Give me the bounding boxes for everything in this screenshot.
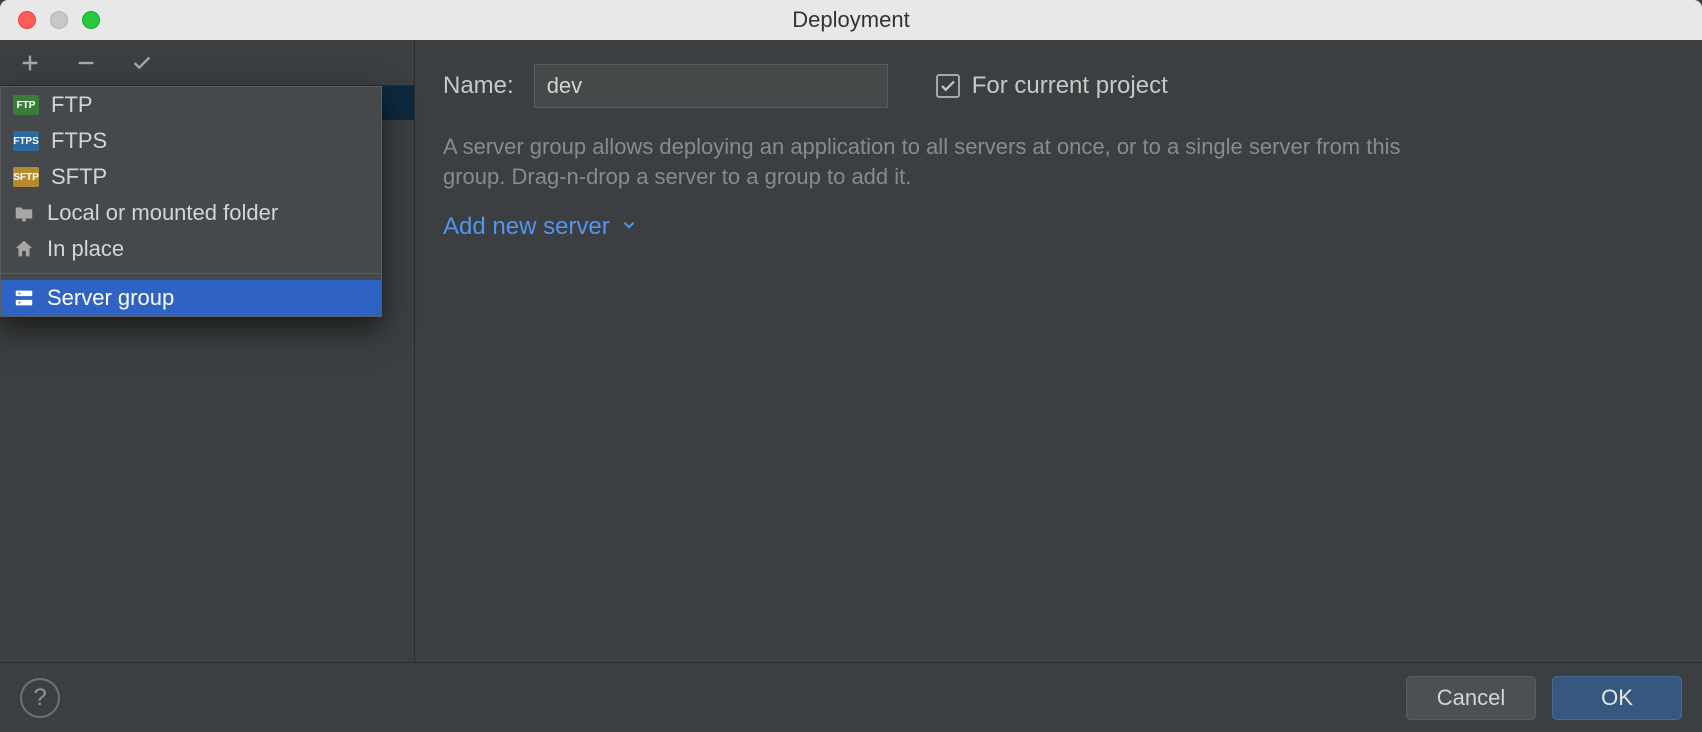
sftp-badge-icon: SFTP	[13, 167, 39, 187]
name-row: Name: For current project	[443, 64, 1674, 108]
name-input[interactable]	[534, 64, 888, 108]
for-current-project-checkbox[interactable]: For current project	[936, 72, 1168, 100]
titlebar: Deployment	[0, 0, 1702, 40]
link-label: Add new server	[443, 213, 610, 241]
popup-item-ftps[interactable]: FTPS FTPS	[1, 123, 381, 159]
popup-item-server-group[interactable]: Server group	[1, 280, 381, 316]
add-icon[interactable]	[16, 49, 44, 77]
main-pane: Name: For current project A server group…	[415, 40, 1702, 662]
dialog-footer: ? Cancel OK	[0, 662, 1702, 732]
server-tree: FTP FTP FTPS FTPS SFTP SFTP Local or mou…	[0, 86, 414, 662]
ftps-badge-icon: FTPS	[13, 131, 39, 151]
folder-icon	[13, 202, 35, 224]
tree-selection-strip	[380, 86, 414, 120]
name-label: Name:	[443, 72, 514, 100]
add-new-server-link[interactable]: Add new server	[443, 213, 638, 241]
popup-item-local[interactable]: Local or mounted folder	[1, 195, 381, 231]
description-text: A server group allows deploying an appli…	[443, 132, 1463, 191]
add-server-popup: FTP FTP FTPS FTPS SFTP SFTP Local or mou…	[0, 86, 382, 317]
sidebar-toolbar	[0, 40, 414, 86]
popup-item-sftp[interactable]: SFTP SFTP	[1, 159, 381, 195]
popup-item-label: FTP	[51, 92, 93, 118]
chevron-down-icon	[620, 213, 638, 241]
ok-button[interactable]: OK	[1552, 676, 1682, 720]
checkbox-box[interactable]	[936, 74, 960, 98]
window-title: Deployment	[0, 7, 1702, 33]
sidebar: FTP FTP FTPS FTPS SFTP SFTP Local or mou…	[0, 40, 415, 662]
dialog-body: FTP FTP FTPS FTPS SFTP SFTP Local or mou…	[0, 40, 1702, 662]
server-group-icon	[13, 287, 35, 309]
checkbox-label: For current project	[972, 72, 1168, 100]
check-icon[interactable]	[128, 49, 156, 77]
popup-item-label: SFTP	[51, 164, 107, 190]
popup-item-ftp[interactable]: FTP FTP	[1, 87, 381, 123]
popup-item-label: FTPS	[51, 128, 107, 154]
cancel-button[interactable]: Cancel	[1406, 676, 1536, 720]
help-button[interactable]: ?	[20, 678, 60, 718]
remove-icon[interactable]	[72, 49, 100, 77]
ftp-badge-icon: FTP	[13, 95, 39, 115]
popup-item-label: Server group	[47, 285, 174, 311]
popup-item-label: In place	[47, 236, 124, 262]
popup-item-inplace[interactable]: In place	[1, 231, 381, 267]
home-icon	[13, 238, 35, 260]
popup-item-label: Local or mounted folder	[47, 200, 278, 226]
popup-separator	[1, 273, 381, 274]
